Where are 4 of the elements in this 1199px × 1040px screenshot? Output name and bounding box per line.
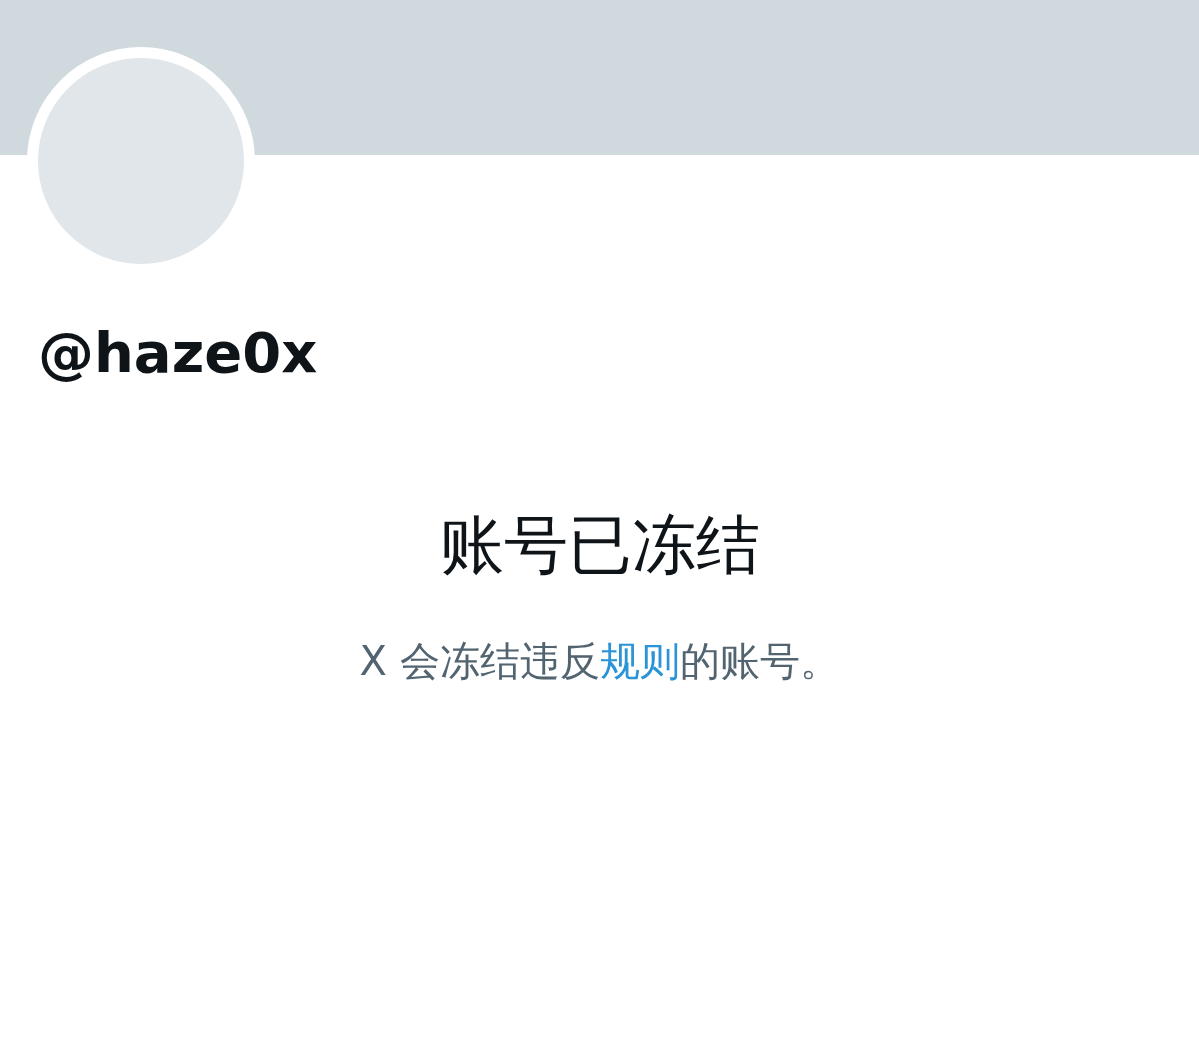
notice-message: X 会冻结违反规则的账号。	[359, 638, 840, 684]
profile-handle: @haze0x	[38, 319, 319, 387]
rules-link[interactable]: 规则	[599, 638, 680, 684]
notice-title: 账号已冻结	[438, 507, 761, 584]
